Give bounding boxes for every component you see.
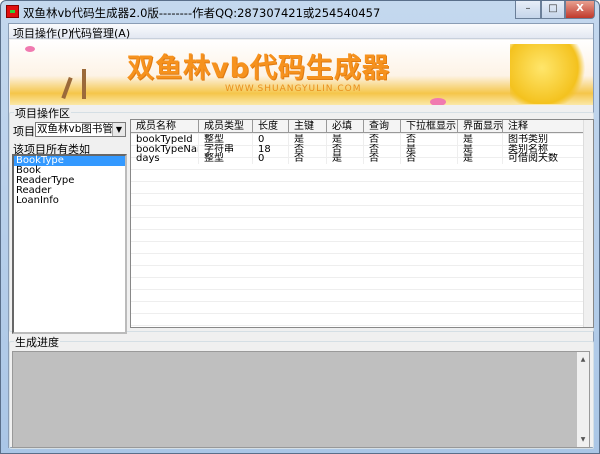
grid-cell[interactable]: 否 <box>289 143 327 155</box>
column-header[interactable]: 界面显示 <box>458 120 503 132</box>
project-area-label: 项目操作区 <box>14 105 71 121</box>
table-row[interactable]: bookTypeName字符串18否否否是是类别名称 <box>131 143 584 155</box>
grid-cell[interactable]: 整型 <box>199 134 253 145</box>
grid-cell[interactable]: 否 <box>289 153 327 164</box>
grid-cell[interactable]: bookTypeName <box>131 143 199 155</box>
grid-header[interactable]: 成员名称 成员类型 长度 主键 必填 查询 下拉框显示 界面显示 注释 <box>131 120 584 133</box>
grid-cell[interactable]: days <box>131 153 199 164</box>
petal-decoration <box>25 46 35 52</box>
grid-cell[interactable]: 是 <box>458 153 503 164</box>
column-header[interactable]: 成员类型 <box>199 120 253 132</box>
grid-scrollbar[interactable] <box>583 120 593 327</box>
table-row[interactable]: bookTypeId 整型 0 是是否否是图书类别 <box>131 134 584 145</box>
project-select[interactable]: 双鱼林vb图书管理 ▼ <box>35 122 126 137</box>
giraffe-icon <box>61 76 73 100</box>
grid-cell[interactable]: 是 <box>289 134 327 145</box>
giraffe-icon <box>82 69 86 99</box>
heart-tree-icon <box>510 44 590 104</box>
member-grid[interactable]: 成员名称 成员类型 长度 主键 必填 查询 下拉框显示 界面显示 注释 days 整型 0 否是否否是可… <box>130 119 594 328</box>
column-header[interactable]: 下拉框显示 <box>401 120 458 132</box>
grid-cell[interactable]: 否 <box>364 134 401 145</box>
grid-cell[interactable]: 0 <box>253 134 289 145</box>
grid-cell[interactable]: 18 <box>253 143 289 155</box>
client-area: 项目操作(P) 代码管理(A) 双鱼林vb代码生成器 WWW.SHUANGYUL… <box>8 23 594 449</box>
close-button[interactable]: X <box>565 1 595 19</box>
column-header[interactable]: 主键 <box>289 120 327 132</box>
grid-cell[interactable]: 否 <box>401 134 458 145</box>
column-header[interactable]: 注释 <box>503 120 584 132</box>
grid-cell[interactable]: 整型 <box>199 153 253 164</box>
table-row[interactable]: days 整型 0 否是否否是可借阅天数 <box>131 153 584 164</box>
menu-bar: 项目操作(P) 代码管理(A) <box>9 24 593 41</box>
banner-title: 双鱼林vb代码生成器 <box>127 53 390 84</box>
list-item[interactable]: LoanInfo <box>14 196 125 206</box>
menu-code[interactable]: 代码管理(A) <box>70 25 130 41</box>
grid-cell[interactable]: 否 <box>364 153 401 164</box>
maximize-button[interactable]: □ <box>541 1 565 19</box>
menu-project[interactable]: 项目操作(P) <box>13 25 72 41</box>
app-icon <box>6 5 19 18</box>
class-list[interactable]: BookType Book ReaderType Reader LoanInfo <box>12 154 127 334</box>
grid-cell[interactable]: 否 <box>327 143 364 155</box>
grid-cell[interactable]: 0 <box>253 153 289 164</box>
grid-cell[interactable]: 是 <box>458 134 503 145</box>
banner-image: 双鱼林vb代码生成器 WWW.SHUANGYULIN.COM <box>10 40 593 105</box>
progress-label: 生成进度 <box>14 334 60 350</box>
grid-cell[interactable]: bookTypeId <box>131 134 199 145</box>
column-header[interactable]: 查询 <box>364 120 401 132</box>
grid-cell[interactable]: 字符串 <box>199 143 253 155</box>
minimize-button[interactable]: – <box>515 1 541 19</box>
grid-cell[interactable]: 是 <box>327 134 364 145</box>
project-select-value: 双鱼林vb图书管理 <box>37 123 124 135</box>
column-header[interactable]: 长度 <box>253 120 289 132</box>
app-window: 双鱼林vb代码生成器2.0版--------作者QQ:287307421或254… <box>0 0 600 454</box>
column-header[interactable]: 成员名称 <box>131 120 199 132</box>
chevron-down-icon[interactable]: ▼ <box>112 123 125 136</box>
column-header[interactable]: 必填 <box>327 120 364 132</box>
grid-cell[interactable]: 类别名称 <box>503 143 584 155</box>
grid-cell[interactable]: 图书类别 <box>503 134 584 145</box>
project-label: 项目 <box>13 125 35 138</box>
grid-cell[interactable]: 否 <box>401 153 458 164</box>
petal-decoration <box>430 98 446 105</box>
progress-scrollbar[interactable]: ▲ ▼ <box>577 352 589 447</box>
grid-cell[interactable]: 是 <box>401 143 458 155</box>
grid-cell[interactable]: 否 <box>364 143 401 155</box>
banner-url: WWW.SHUANGYULIN.COM <box>225 84 362 94</box>
progress-output[interactable]: ▲ ▼ <box>12 351 590 448</box>
grid-cell[interactable]: 是 <box>458 143 503 155</box>
grid-cell[interactable]: 是 <box>327 153 364 164</box>
window-title: 双鱼林vb代码生成器2.0版--------作者QQ:287307421或254… <box>23 6 381 20</box>
grid-cell[interactable]: 可借阅天数 <box>503 153 584 164</box>
